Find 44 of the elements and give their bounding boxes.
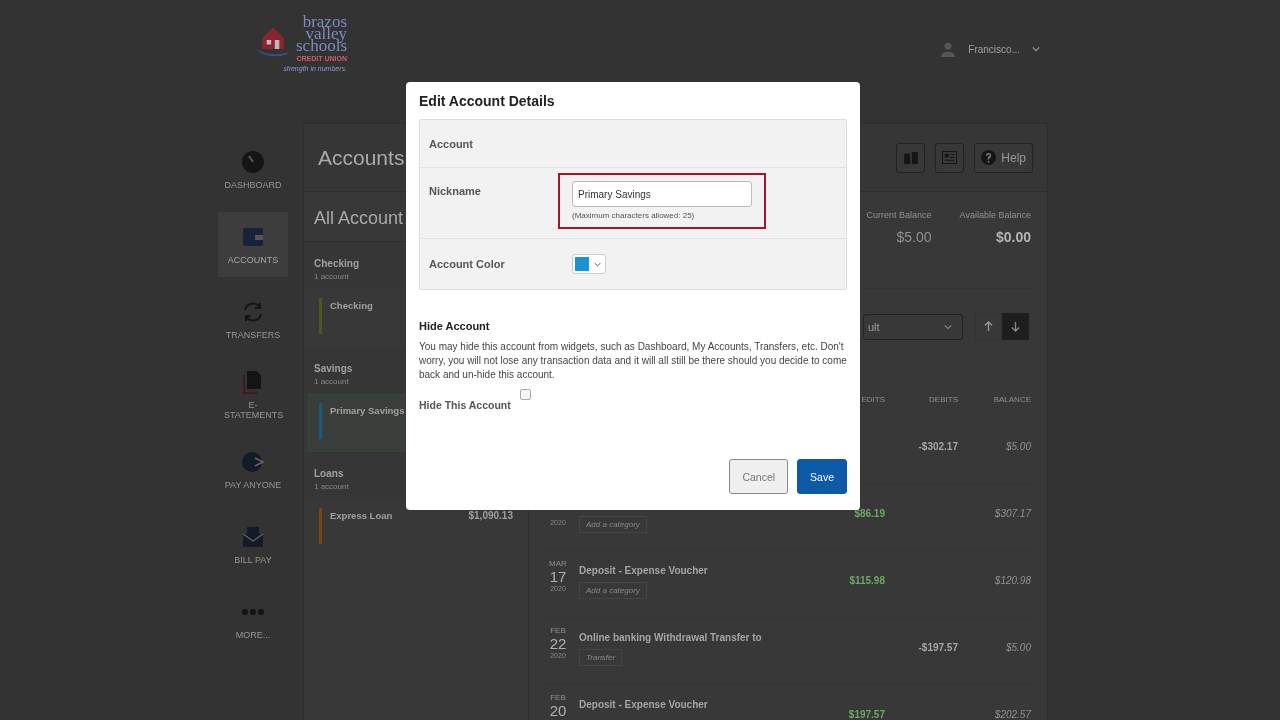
help-text: You may hide this account from widgets, such as Dashboard, My Accounts, Transfers, etc. Don't worry, you will not lose any transaction data and it will all still be there should you decide to come back and un-hide this account.: [419, 340, 847, 382]
account-name: Express Loan: [330, 510, 394, 521]
field-label: Account: [428, 137, 474, 150]
date-month: FEB: [550, 626, 566, 635]
balance-amount: $307.17: [994, 508, 1031, 519]
date-day: 17: [549, 568, 567, 585]
balance-value: $0.00: [995, 229, 1031, 245]
field-label: Account Color: [428, 258, 506, 270]
balance-label: Available Balance: [959, 210, 1031, 220]
account-name: Checking: [330, 300, 374, 311]
column-header: DEBITS: [928, 395, 958, 406]
balance-amount: $202.57: [994, 709, 1031, 720]
checkbox-label: Hide This Account: [419, 398, 511, 411]
balance-amount: $5.00: [1005, 642, 1031, 653]
credit-amount: $115.98: [849, 575, 885, 586]
logo-text: brazos: [302, 16, 347, 28]
balance-label: Current Balance: [866, 210, 932, 220]
transaction-description: Deposit - Expense Voucher: [579, 699, 708, 710]
column-header: BALANCE: [992, 395, 1031, 406]
balance-amount: $5.00: [1005, 441, 1031, 452]
credit-amount: $197.57: [848, 709, 885, 720]
account-count: 1 account: [314, 272, 349, 281]
date-month: FEB: [550, 693, 566, 702]
date-month: MAR: [549, 559, 567, 568]
date-day: 20: [549, 702, 567, 719]
field-hint: (Maximum characters allowed: 25): [572, 211, 696, 220]
section-title: Hide Account: [419, 320, 491, 332]
column-header: EDITS: [860, 395, 885, 406]
page-title: Accounts: [318, 145, 405, 170]
balance-amount: $120.98: [994, 575, 1031, 586]
transaction-description: Online banking Withdrawal Transfer to: [579, 632, 762, 643]
group-title: Loans: [314, 468, 344, 479]
account-amount: $1,090.13: [468, 510, 513, 521]
group-title: Savings: [314, 363, 353, 374]
group-title: Checking: [314, 258, 359, 269]
transaction-description: Deposit - Expense Voucher: [579, 565, 708, 576]
account-count: 1 account: [314, 377, 349, 386]
debit-amount: -$197.57: [918, 642, 958, 653]
account-count: 1 account: [314, 482, 349, 491]
balance-value: $5.00: [896, 229, 932, 245]
dialog-title: Edit Account Details: [419, 93, 556, 109]
date-day: 22: [549, 635, 567, 652]
credit-amount: $86.19: [854, 508, 885, 519]
debit-amount: -$302.17: [918, 441, 958, 452]
